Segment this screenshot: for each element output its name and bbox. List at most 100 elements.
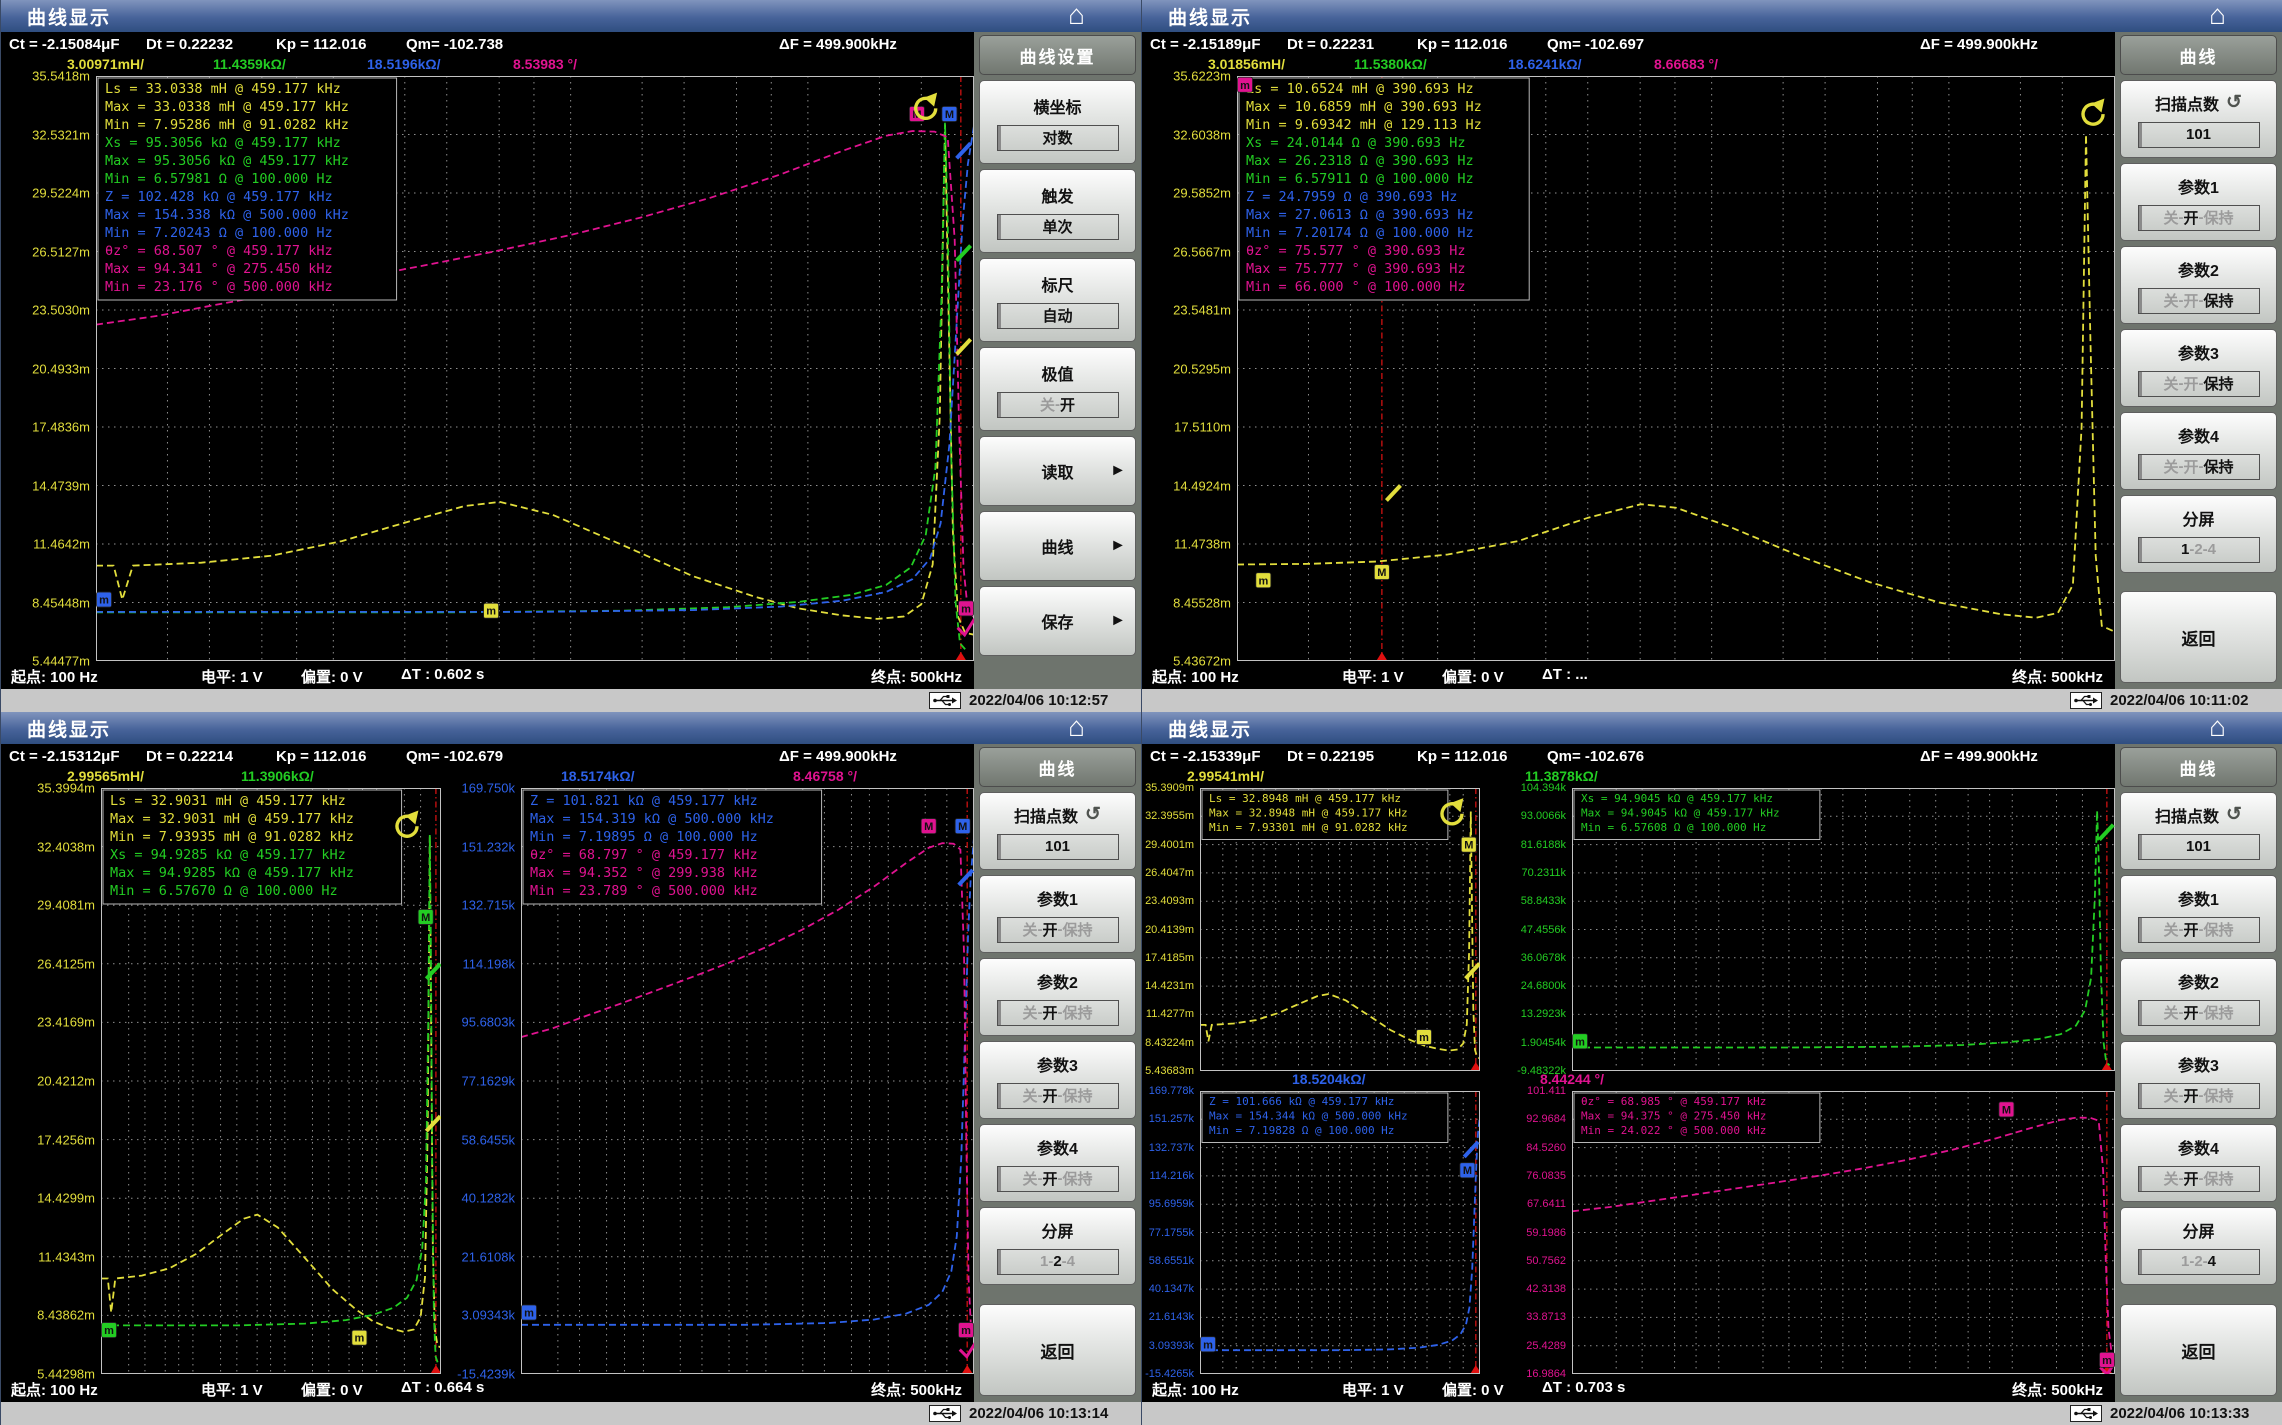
menu-button-value[interactable]: 对数	[997, 125, 1119, 151]
menu-button-参数2[interactable]: 参数2关-开-保持	[2120, 958, 2277, 1036]
menu-button-text: 极值	[1041, 361, 1073, 385]
menu-button-参数1[interactable]: 参数1关-开-保持	[979, 875, 1136, 953]
back-button[interactable]: 返回	[2120, 591, 2277, 683]
y-tick-label: 76.0835	[1526, 1170, 1566, 1182]
marker-M-chip[interactable]: M	[418, 909, 433, 924]
marker-m-chip[interactable]: m	[959, 601, 974, 616]
menu-button-参数3[interactable]: 参数3关-开-保持	[2120, 1041, 2277, 1119]
menu-button-value[interactable]: 关-开-保持	[2138, 1166, 2260, 1192]
menu-button-value[interactable]: 关-开-保持	[2138, 454, 2260, 480]
marker-m-chip[interactable]: m	[97, 592, 112, 607]
marker-M-chip[interactable]: M	[942, 107, 957, 122]
marker-m-chip[interactable]: m	[1573, 1034, 1588, 1049]
marker-m-chip[interactable]: m	[959, 1323, 974, 1338]
menu-button-保存[interactable]: 保存►	[979, 586, 1136, 656]
menu-button-参数1[interactable]: 参数1关-开-保持	[2120, 163, 2277, 241]
refresh-icon: ↺	[1085, 803, 1101, 826]
menu-button-读取[interactable]: 读取►	[979, 436, 1136, 506]
status-field: 电平: 1 V	[1342, 1379, 1404, 1400]
readout-line: Min = 7.95286 mH @ 91.0282 kHz	[105, 117, 349, 133]
menu-button-value[interactable]: 1-2-4	[2138, 1249, 2260, 1275]
menu-button-value[interactable]: 关-开-保持	[2138, 1083, 2260, 1109]
menu-button-参数2[interactable]: 参数2关-开-保持	[979, 958, 1136, 1036]
marker-M-chip[interactable]: M	[921, 819, 936, 834]
home-icon[interactable]: ⌂	[1068, 0, 1085, 31]
value-option: 保持	[1063, 919, 1093, 940]
menu-button-value[interactable]: 关-开-保持	[997, 1000, 1119, 1026]
menu-button-value[interactable]: 关-开-保持	[997, 1166, 1119, 1192]
back-button[interactable]: 返回	[979, 1304, 1136, 1396]
menu-button-参数4[interactable]: 参数4 关-开-保持	[2120, 1124, 2277, 1202]
menu-button-value[interactable]: 关-开-保持	[2138, 288, 2260, 314]
menu-button-极值[interactable]: 极值关-开	[979, 347, 1136, 431]
menu-button-标尺[interactable]: 标尺自动	[979, 258, 1136, 342]
menu-button-分屏[interactable]: 分屏1-2-4	[979, 1207, 1136, 1285]
chart-pane-1: 3.00971mH/11.4359kΩ/18.5196kΩ/8.53983 °/…	[1, 56, 974, 661]
marker-M-chip[interactable]: M	[1999, 1102, 2014, 1117]
menu-button-参数4[interactable]: 参数4关-开-保持	[979, 1124, 1136, 1202]
menu-button-label: 参数4	[2178, 1135, 2219, 1159]
menu-button-value[interactable]: 关-开-保持	[2138, 205, 2260, 231]
value-option: 保持	[2204, 1002, 2234, 1023]
menu-button-参数3[interactable]: 参数3关-开-保持	[979, 1041, 1136, 1119]
marker-M-chip[interactable]: M	[1460, 1163, 1475, 1178]
menu-button-value[interactable]: 关-开-保持	[997, 1083, 1119, 1109]
menu-button-value[interactable]: 101	[2138, 834, 2260, 860]
marker-m-chip[interactable]: m	[352, 1330, 367, 1345]
menu-button-分屏[interactable]: 分屏1-2-4	[2120, 495, 2277, 573]
menu-button-参数4[interactable]: 参数4关-开-保持	[2120, 412, 2277, 490]
sweep-rotate-icon[interactable]	[916, 93, 937, 119]
readout-line: Max = 154.319 kΩ @ 500.000 kHz	[530, 811, 774, 827]
marker-M-chip[interactable]: M	[1461, 837, 1476, 852]
menu-button-分屏[interactable]: 分屏1-2-4	[2120, 1207, 2277, 1285]
marker-m-chip[interactable]: m	[522, 1305, 537, 1320]
menu-button-value[interactable]: 关-开	[997, 392, 1119, 418]
marker-m-chip[interactable]: m	[1417, 1030, 1432, 1045]
menu-button-参数2[interactable]: 参数2关-开-保持	[2120, 246, 2277, 324]
menu-button-扫描点数[interactable]: 扫描点数 ↺ 101	[979, 792, 1136, 870]
home-icon[interactable]: ⌂	[2209, 0, 2226, 31]
back-button[interactable]: 返回	[2120, 1304, 2277, 1396]
menu-button-触发[interactable]: 触发单次	[979, 169, 1136, 253]
home-icon[interactable]: ⌂	[1068, 712, 1085, 743]
menu-button-text: 扫描点数	[2155, 91, 2219, 115]
marker-M-chip[interactable]: M	[1374, 565, 1389, 580]
trigger-arrow	[431, 1365, 441, 1373]
marker-m-chip[interactable]: m	[484, 603, 499, 618]
y-tick-label: 93.0066k	[1521, 810, 1566, 822]
menu-button-曲线[interactable]: 曲线►	[979, 511, 1136, 581]
home-icon[interactable]: ⌂	[2209, 712, 2226, 743]
menu-button-value[interactable]: 关-开-保持	[2138, 371, 2260, 397]
sweep-rotate-icon[interactable]	[2083, 98, 2104, 124]
header-dt: Dt = 0.22195	[1287, 748, 1374, 765]
menu-button-value[interactable]: 101	[997, 834, 1119, 860]
menu-button-value[interactable]: 101	[2138, 122, 2260, 148]
value-option: 保持	[2204, 456, 2234, 477]
menu-button-value[interactable]: 关-开-保持	[997, 917, 1119, 943]
menu-button-text: 扫描点数	[1014, 803, 1078, 827]
menu-button-label: 扫描点数 ↺	[1014, 803, 1101, 827]
menu-button-value[interactable]: 自动	[997, 303, 1119, 329]
menu-button-参数1[interactable]: 参数1关-开-保持	[2120, 875, 2277, 953]
readout-line: Min = 6.57981 Ω @ 100.000 Hz	[105, 171, 333, 187]
marker-M-chip[interactable]: M	[955, 819, 970, 834]
menu-button-参数3[interactable]: 参数3关-开-保持	[2120, 329, 2277, 407]
marker-m-chip[interactable]: m	[1256, 573, 1271, 588]
readout-line: Min = 7.93935 mH @ 91.0282 kHz	[110, 829, 354, 845]
readout-line: Max = 95.3056 kΩ @ 459.177 kHz	[105, 153, 349, 169]
marker-m-chip[interactable]: m	[2100, 1352, 2115, 1367]
menu-button-value[interactable]: 单次	[997, 214, 1119, 240]
marker-m-chip[interactable]: m	[102, 1323, 117, 1338]
menu-button-扫描点数[interactable]: 扫描点数↺101	[2120, 792, 2277, 870]
readout-line: Min = 24.022 ° @ 500.000 kHz	[1581, 1124, 1766, 1137]
y-tick-label: 25.4289	[1526, 1340, 1566, 1352]
menu-button-value[interactable]: 关-开-保持	[2138, 1000, 2260, 1026]
menu-button-横坐标[interactable]: 横坐标对数	[979, 80, 1136, 164]
menu-button-value[interactable]: 1-2-4	[997, 1249, 1119, 1275]
marker-m-chip[interactable]: m	[1201, 1337, 1216, 1352]
chart-pane-1: 3.01856mH/11.5380kΩ/18.6241kΩ/8.66683 °/…	[1142, 56, 2115, 661]
menu-button-value[interactable]: 1-2-4	[2138, 537, 2260, 563]
menu-button-value[interactable]: 关-开-保持	[2138, 917, 2260, 943]
menu-button-扫描点数[interactable]: 扫描点数↺101	[2120, 80, 2277, 158]
marker-m-chip[interactable]: m	[1238, 77, 1253, 92]
